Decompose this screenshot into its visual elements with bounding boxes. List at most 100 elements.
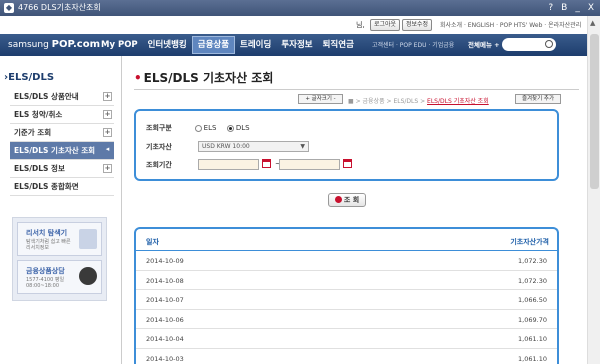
utility-links[interactable]: 회사소개 · ENGLISH · POP HTS' Web · 온라자산관리 <box>440 20 581 29</box>
logo-main: POP.com <box>51 39 100 50</box>
table-row: 2014-10-06 1,069.70 <box>136 310 557 329</box>
lnb-title-text: ELS/DLS <box>8 72 55 83</box>
home-icon[interactable]: ■ <box>348 98 354 105</box>
header-price: 기초자산가격 <box>510 238 549 246</box>
plus-icon[interactable]: + <box>103 164 112 173</box>
cell-price: 1,061.10 <box>518 354 547 363</box>
sub-links[interactable]: 고객센터 · POP EDU · 기업금융 <box>372 40 454 49</box>
add-favorite-button[interactable]: 즐겨찾기 추가 <box>515 94 561 104</box>
lnb-item-subscription[interactable]: ELS 청약/취소 + <box>10 106 114 124</box>
window-titlebar: ◆ 4766 DLS기초자산조회 ? B _ X <box>0 0 600 16</box>
menu-trading[interactable]: 트레이딩 <box>235 37 276 53</box>
chevron-down-icon: ▼ <box>300 143 305 150</box>
lnb-item-info[interactable]: ELS/DLS 정보 + <box>10 160 114 178</box>
asset-label: 기초자산 <box>146 143 172 151</box>
menu-retirement-pension[interactable]: 퇴직연금 <box>318 37 359 53</box>
query-button-label: 조 회 <box>343 196 360 204</box>
research-explorer-banner[interactable]: 리서치 탐색기 탐색기처럼 쉽고 빠른 리서치정보 <box>17 222 102 256</box>
plus-icon[interactable]: + <box>103 92 112 101</box>
menu-my-pop[interactable]: My POP <box>96 37 143 53</box>
phone-icon <box>79 267 97 285</box>
logo-prefix: samsung <box>8 40 49 50</box>
lnb-item-product-guide[interactable]: ELS/DLS 상품안내 + <box>10 88 114 106</box>
asset-select-value: USD KRW 10:00 <box>202 143 250 150</box>
minimize-icon[interactable]: _ <box>575 1 580 15</box>
cell-price: 1,072.30 <box>518 257 547 265</box>
left-nav: ›ELS/DLS ELS/DLS 상품안내 + ELS 청약/취소 + 기준가 … <box>0 56 122 364</box>
end-date-input[interactable] <box>279 159 340 170</box>
cell-price: 1,069.70 <box>518 315 547 324</box>
search-form: 조회구분 ELS DLS 기초자산 USD KRW 10:00 ▼ 조회기간 ~ <box>134 109 559 181</box>
menu-icon[interactable]: B <box>561 1 567 15</box>
table-row: 2014-10-04 1,061.10 <box>136 329 557 349</box>
cell-date: 2014-10-09 <box>146 257 184 265</box>
scroll-thumb[interactable] <box>590 34 599 189</box>
menu-internet-banking[interactable]: 인터넷뱅킹 <box>143 37 192 53</box>
search-input[interactable] <box>502 38 556 51</box>
calendar-icon[interactable] <box>262 159 271 168</box>
lnb-item-label: ELS/DLS 정보 <box>14 164 65 173</box>
asset-select[interactable]: USD KRW 10:00 ▼ <box>198 141 309 152</box>
radio-dls-label: DLS <box>235 124 250 132</box>
cell-price: 1,061.10 <box>518 335 547 343</box>
font-size-button[interactable]: + 글자크기 - <box>298 94 343 104</box>
start-date-input[interactable] <box>198 159 259 170</box>
radio-els-label: ELS <box>203 124 217 132</box>
menu-investment-info[interactable]: 투자정보 <box>276 37 317 53</box>
help-icon[interactable]: ? <box>548 1 553 15</box>
banner-subtitle: 탐색기처럼 쉽고 빠른 리서치정보 <box>26 239 71 251</box>
lnb-items: ELS/DLS 상품안내 + ELS 청약/취소 + 기준가 조회 + ELS/… <box>10 88 114 196</box>
page-title-text: ELS/DLS 기초자산 조회 <box>143 71 274 85</box>
cell-date: 2014-10-07 <box>146 296 184 304</box>
type-label: 조회구분 <box>146 124 172 132</box>
menu-financial-products[interactable]: 금융상품 <box>191 36 236 54</box>
plus-icon[interactable]: + <box>103 110 112 119</box>
consultation-banner[interactable]: 금융상품상담 1577-4100 평일08:00~18:00 <box>17 260 102 294</box>
explorer-icon <box>79 229 97 249</box>
search-icon[interactable] <box>545 40 553 48</box>
logout-button[interactable]: 로그아웃 <box>370 19 401 31</box>
result-table: 일자 기초자산가격 2014-10-09 1,072.30 2014-10-08 1… <box>134 227 559 364</box>
lnb-item-label: ELS/DLS 기초자산 조회 <box>14 146 96 155</box>
header-date: 일자 <box>146 238 159 246</box>
lnb-title: ›ELS/DLS <box>4 72 54 83</box>
query-button[interactable]: 조 회 <box>328 193 366 207</box>
radio-els[interactable] <box>194 124 202 132</box>
window-title: 4766 DLS기초자산조회 <box>18 3 101 12</box>
lnb-item-label: ELS/DLS 상품안내 <box>14 92 79 101</box>
calendar-icon[interactable] <box>343 159 352 168</box>
table-body: 2014-10-09 1,072.30 2014-10-08 1,072.30 20… <box>136 251 557 364</box>
lnb-item-label: ELS 청약/취소 <box>14 110 63 119</box>
cell-date: 2014-10-04 <box>146 335 184 343</box>
radio-dls[interactable] <box>226 124 234 132</box>
banner-title: 리서치 탐색기 <box>26 229 68 237</box>
lnb-item-base-price[interactable]: 기준가 조회 + <box>10 124 114 142</box>
app-icon: ◆ <box>4 3 14 13</box>
global-nav: samsung POP.com My POP 인터넷뱅킹 금융상품 트레이딩 투… <box>0 34 600 56</box>
promo-banners: 리서치 탐색기 탐색기처럼 쉽고 빠른 리서치정보 금융상품상담 1577-41… <box>12 217 107 301</box>
collapse-icon[interactable]: ◂ <box>103 146 112 155</box>
lnb-item-label: ELS/DLS 종합화면 <box>14 182 79 191</box>
lnb-item-underlying-asset[interactable]: ELS/DLS 기초자산 조회 ◂ <box>10 142 114 160</box>
table-row: 2014-10-09 1,072.30 <box>136 251 557 271</box>
cell-date: 2014-10-06 <box>146 315 184 324</box>
bullet-icon: • <box>134 71 142 85</box>
vertical-scrollbar[interactable]: ▲ <box>587 16 600 364</box>
lnb-item-overview[interactable]: ELS/DLS 종합화면 <box>10 178 114 196</box>
lnb-item-label: 기준가 조회 <box>14 128 52 137</box>
banner-title: 금융상품상담 <box>26 267 65 275</box>
close-icon[interactable]: X <box>588 1 594 15</box>
profile-edit-button[interactable]: 정보수정 <box>402 19 433 31</box>
title-divider <box>134 89 579 90</box>
main-menu: My POP 인터넷뱅킹 금융상품 트레이딩 투자정보 퇴직연금 <box>96 34 359 56</box>
breadcrumb-item[interactable]: 금융상품 <box>363 98 385 105</box>
page-title: • ELS/DLS 기초자산 조회 <box>134 69 273 86</box>
all-menu-button[interactable]: 전체메뉴 + <box>468 39 500 49</box>
scroll-up-icon[interactable]: ▲ <box>590 19 595 27</box>
type-row: 조회구분 ELS DLS <box>146 123 258 133</box>
plus-icon[interactable]: + <box>103 128 112 137</box>
breadcrumb: ■ > 금융상품 > ELS/DLS > ELS/DLS 기초자산 조회 <box>348 98 489 105</box>
cell-price: 1,072.30 <box>518 276 547 285</box>
site-logo[interactable]: samsung POP.com <box>8 37 100 53</box>
breadcrumb-item[interactable]: ELS/DLS <box>393 98 418 105</box>
